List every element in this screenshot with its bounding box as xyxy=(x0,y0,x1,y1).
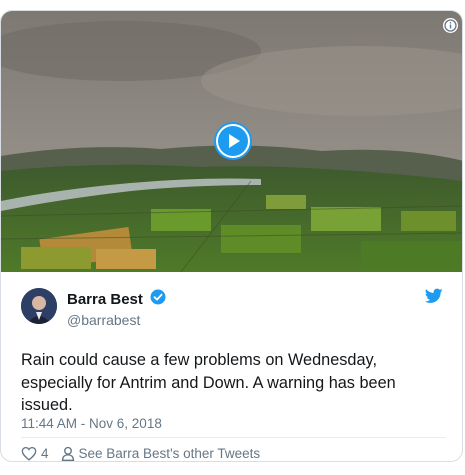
like-button[interactable]: 4 xyxy=(21,446,49,461)
like-count: 4 xyxy=(41,445,49,461)
avatar[interactable] xyxy=(21,288,57,324)
info-icon xyxy=(444,19,457,32)
video-thumbnail[interactable] xyxy=(1,11,462,272)
author-display-name[interactable]: Barra Best xyxy=(67,291,143,308)
author-handle[interactable]: @barrabest xyxy=(67,312,166,328)
twitter-bird-icon[interactable] xyxy=(424,288,443,309)
tweet-author[interactable]: Barra Best @barrabest xyxy=(21,288,443,328)
tweet-timestamp[interactable]: 11:44 AM - Nov 6, 2018 xyxy=(21,416,162,431)
other-tweets-label: See Barra Best's other Tweets xyxy=(78,445,261,461)
divider xyxy=(21,437,446,438)
author-names: Barra Best @barrabest xyxy=(67,289,166,328)
verified-badge-icon xyxy=(150,289,166,310)
info-button[interactable] xyxy=(443,18,458,33)
avatar-image xyxy=(21,288,57,324)
other-tweets-link[interactable]: See Barra Best's other Tweets xyxy=(61,445,261,461)
play-button[interactable] xyxy=(214,122,252,160)
tweet-text: Rain could cause a few problems on Wedne… xyxy=(21,351,396,414)
play-icon xyxy=(218,126,248,156)
tweet-embed-card: Barra Best @barrabest Rain could cause a… xyxy=(0,10,463,462)
person-icon xyxy=(61,446,74,461)
tweet-actions: 4 See Barra Best's other Tweets xyxy=(21,443,261,461)
heart-icon xyxy=(21,446,37,461)
